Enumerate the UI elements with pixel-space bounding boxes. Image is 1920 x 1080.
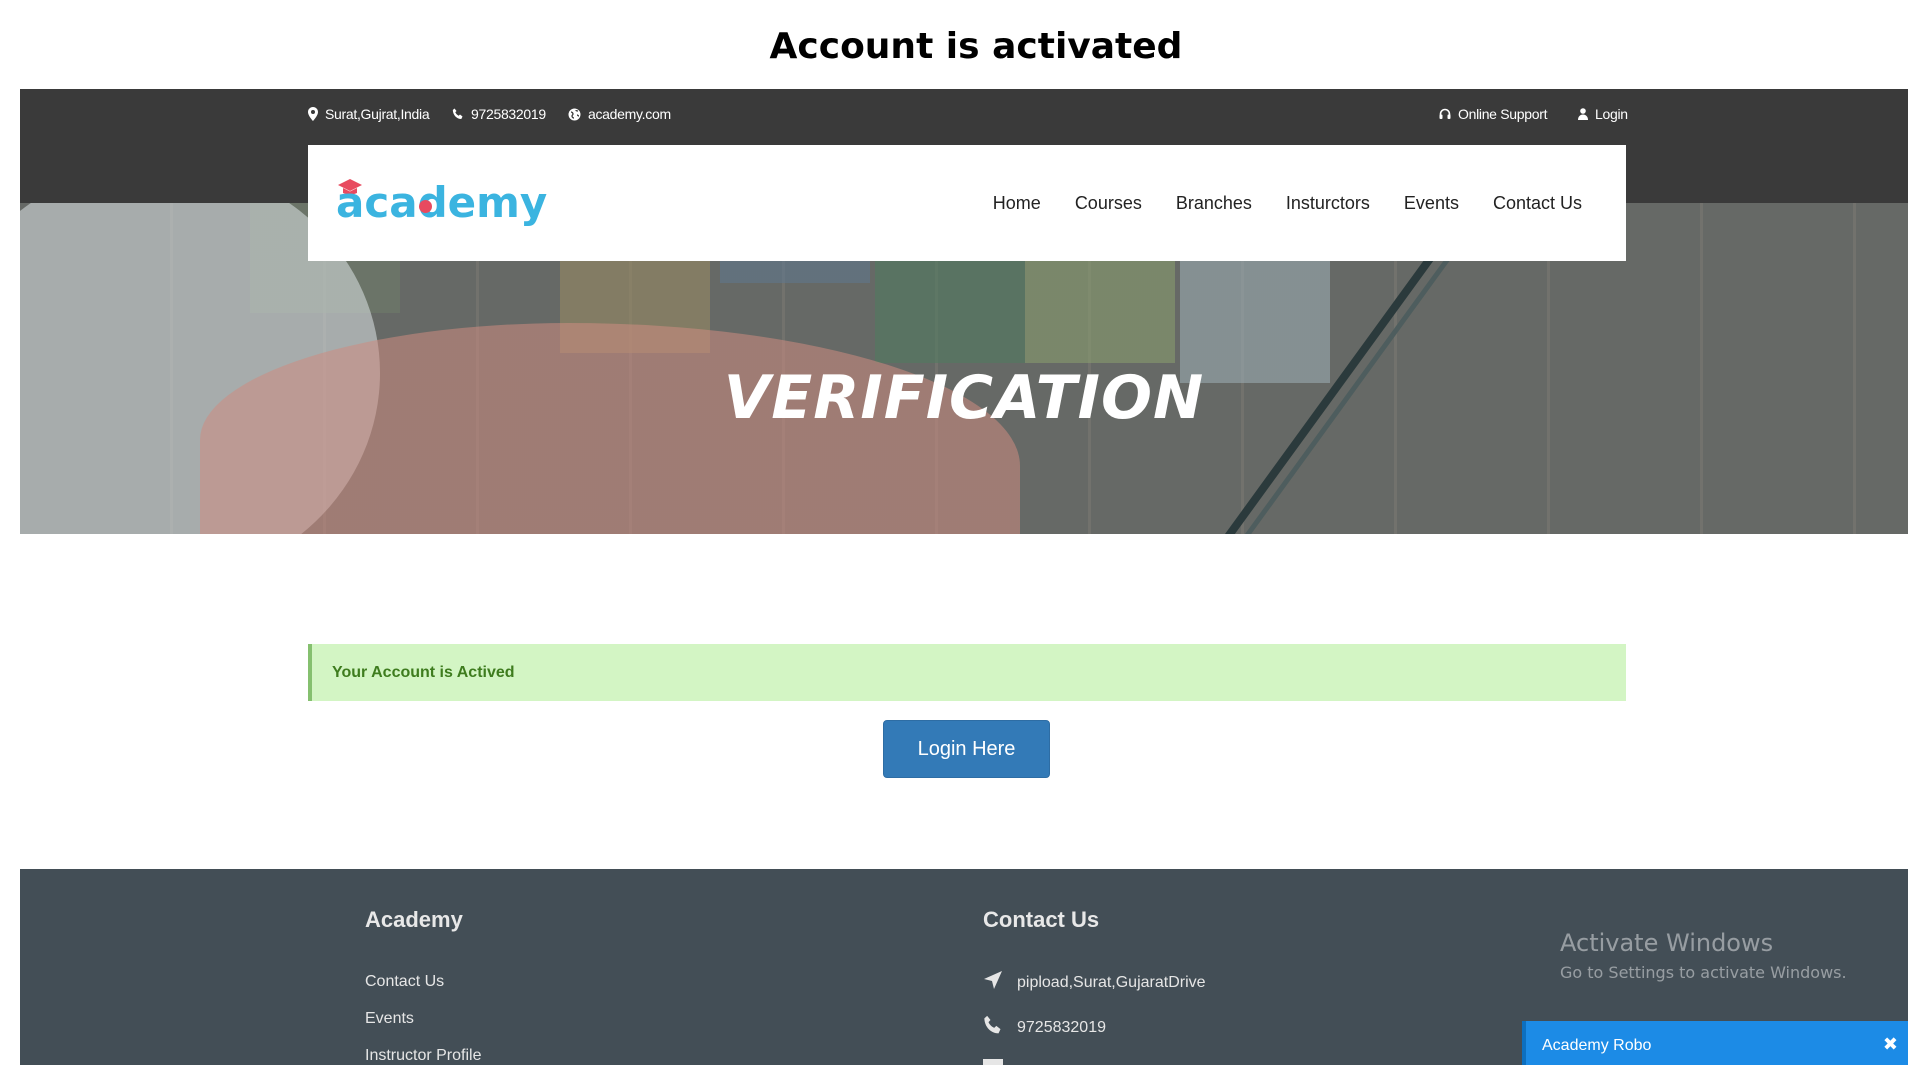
online-support-label: Online Support (1458, 106, 1548, 122)
location-arrow-icon (983, 970, 1003, 995)
location-info: Surat,Gujrat,India (308, 106, 430, 122)
nav-courses[interactable]: Courses (1075, 193, 1142, 214)
windows-activation-watermark: Activate Windows Go to Settings to activ… (1560, 929, 1847, 982)
close-icon[interactable]: ✖ (1883, 1034, 1898, 1055)
website-info[interactable]: academy.com (568, 106, 671, 122)
phone-info: 9725832019 (452, 106, 546, 122)
footer-contact-heading: Contact Us (983, 907, 1100, 932)
hero-background-tile (875, 243, 1025, 363)
footer-email (983, 1059, 1003, 1065)
nav-home[interactable]: Home (993, 193, 1041, 214)
online-support-link[interactable]: Online Support (1439, 106, 1548, 122)
logo-text: academy (336, 178, 548, 227)
envelope-icon (983, 1059, 1003, 1065)
nav-menu: Home Courses Branches Insturctors Events… (993, 193, 1582, 214)
footer-phone: 9725832019 (983, 1015, 1106, 1040)
headset-icon (1439, 108, 1451, 120)
globe-icon (568, 108, 581, 121)
watermark-title: Activate Windows (1560, 929, 1774, 957)
watermark-subtitle: Go to Settings to activate Windows. (1560, 963, 1847, 982)
phone-text: 9725832019 (471, 106, 546, 122)
page-caption: Account is activated (769, 26, 1183, 67)
hero-background-tile (1025, 243, 1175, 363)
user-icon (1578, 108, 1588, 120)
main-navbar: academy Home Courses Branches Insturctor… (308, 145, 1626, 261)
hero-background-tile (1180, 243, 1330, 383)
nav-branches[interactable]: Branches (1176, 193, 1252, 214)
alert-message: Your Account is Actived (332, 664, 515, 681)
footer-link-instructor-profile[interactable]: Instructor Profile (365, 1047, 481, 1065)
logo-dot-shape (419, 200, 432, 213)
phone-icon (452, 108, 464, 120)
footer-phone-text: 9725832019 (1017, 1018, 1106, 1036)
login-link[interactable]: Login (1578, 106, 1628, 122)
nav-events[interactable]: Events (1404, 193, 1459, 214)
map-pin-icon (308, 107, 318, 121)
browser-viewport: Surat,Gujrat,India 9725832019 academy.co… (20, 89, 1908, 1065)
footer-address: pipload,Surat,GujaratDrive (983, 970, 1206, 995)
chat-widget[interactable]: Academy Robo ✖ (1522, 1021, 1908, 1065)
footer-link-events[interactable]: Events (365, 1010, 414, 1028)
success-alert: Your Account is Actived (308, 644, 1626, 701)
login-label: Login (1595, 106, 1628, 122)
footer-academy-heading: Academy (365, 907, 463, 932)
phone-icon (983, 1015, 1003, 1040)
nav-instructors[interactable]: Insturctors (1286, 193, 1370, 214)
chat-widget-label: Academy Robo (1542, 1037, 1652, 1054)
nav-contact-us[interactable]: Contact Us (1493, 193, 1582, 214)
footer-link-contact-us[interactable]: Contact Us (365, 973, 444, 991)
page-title: VERIFICATION (723, 363, 1205, 433)
website-text: academy.com (588, 106, 671, 122)
footer-address-text: pipload,Surat,GujaratDrive (1017, 973, 1206, 991)
login-here-button[interactable]: Login Here (883, 720, 1050, 778)
location-text: Surat,Gujrat,India (325, 106, 430, 122)
